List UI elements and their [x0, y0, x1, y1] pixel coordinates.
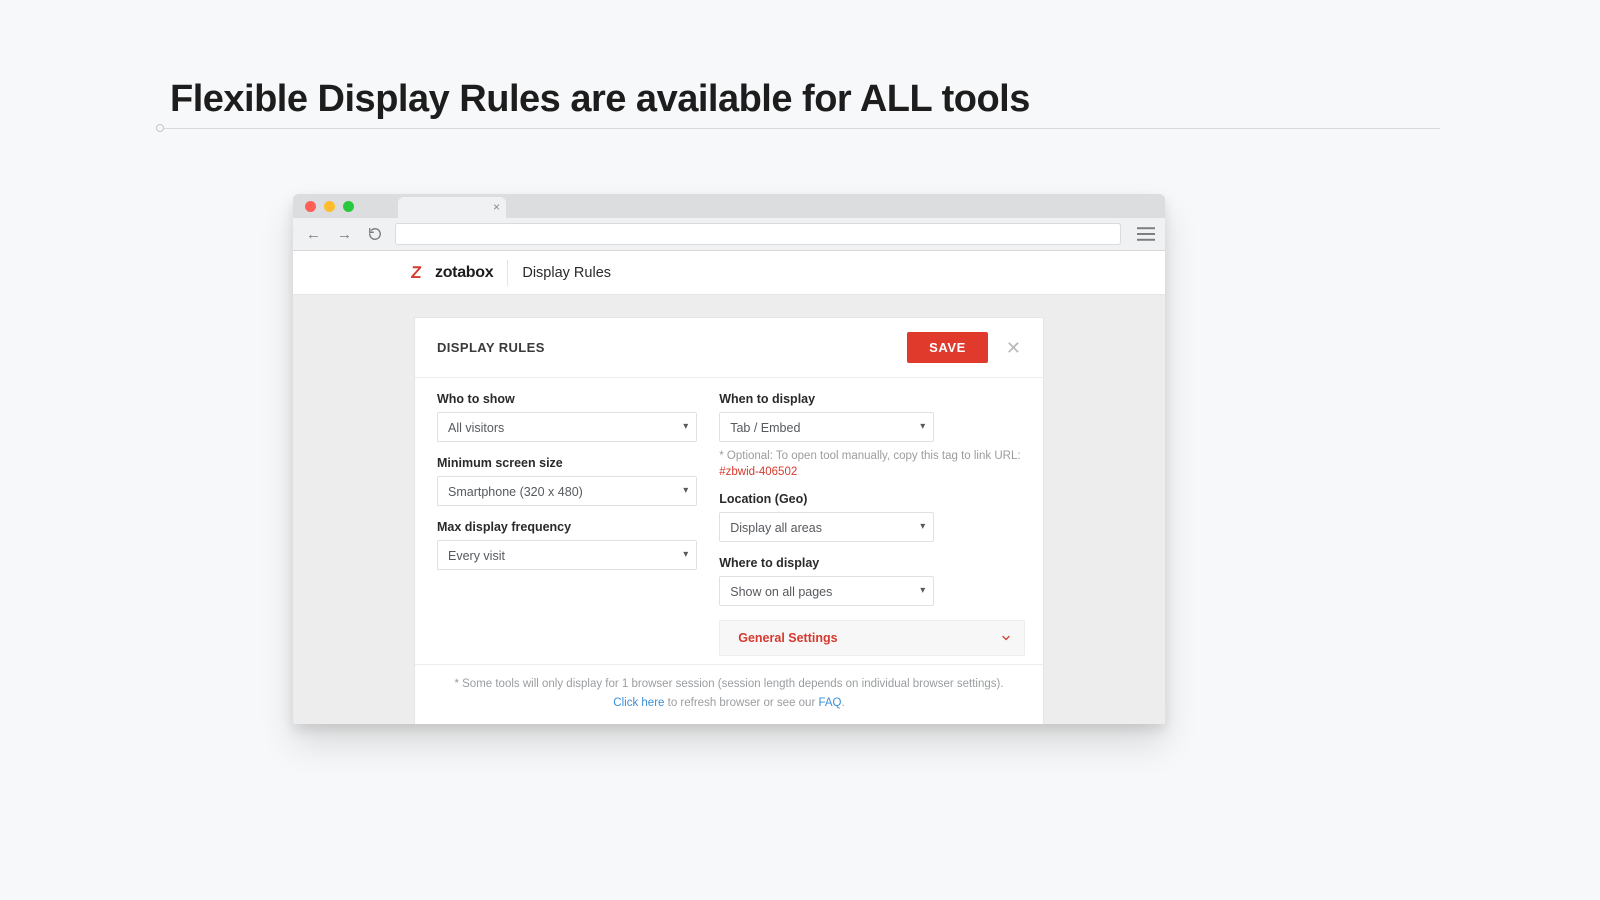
brand-name: zotabox — [435, 264, 493, 282]
caret-down-icon: ▾ — [920, 413, 925, 441]
manual-open-hint-text: * Optional: To open tool manually, copy … — [719, 450, 1020, 462]
max-display-frequency-value: Every visit — [448, 549, 505, 563]
browser-menu-icon[interactable] — [1137, 227, 1155, 241]
min-screen-size-select[interactable]: Smartphone (320 x 480) ▾ — [437, 476, 697, 506]
where-to-display-label: Where to display — [719, 556, 1025, 570]
footer-note-mid: to refresh browser or see our — [664, 697, 818, 709]
nav-back-icon[interactable]: ← — [303, 225, 324, 244]
where-to-display-value: Show on all pages — [730, 585, 832, 599]
window-maximize-icon[interactable] — [343, 201, 354, 212]
manual-open-tag-id: #zbwid-406502 — [719, 466, 797, 478]
footer-note-period: . — [842, 697, 845, 709]
tab-close-icon[interactable]: × — [493, 200, 500, 214]
location-geo-label: Location (Geo) — [719, 492, 1025, 506]
caret-down-icon: ▾ — [683, 477, 688, 505]
brand-mark-icon: Z — [410, 264, 430, 282]
caret-down-icon: ▾ — [683, 413, 688, 441]
close-icon[interactable]: ✕ — [1002, 337, 1025, 359]
headline-divider — [160, 128, 1440, 129]
min-screen-size-value: Smartphone (320 x 480) — [448, 485, 583, 499]
right-column: When to display Tab / Embed ▾ * Optional… — [719, 388, 1025, 660]
panel-header: DISPLAY RULES SAVE ✕ — [415, 318, 1043, 378]
chevron-down-icon — [1000, 632, 1012, 644]
when-to-display-select[interactable]: Tab / Embed ▾ — [719, 412, 934, 442]
page-headline: Flexible Display Rules are available for… — [170, 78, 1030, 121]
who-to-show-select[interactable]: All visitors ▾ — [437, 412, 697, 442]
nav-refresh-icon[interactable] — [365, 225, 385, 243]
header-divider — [507, 260, 508, 286]
window-close-icon[interactable] — [305, 201, 316, 212]
brand-logo[interactable]: Z zotabox — [411, 264, 493, 282]
nav-forward-icon[interactable]: → — [334, 225, 355, 244]
max-display-frequency-select[interactable]: Every visit ▾ — [437, 540, 697, 570]
click-here-link[interactable]: Click here — [613, 697, 664, 709]
app-header: Z zotabox Display Rules — [293, 251, 1165, 295]
who-to-show-value: All visitors — [448, 421, 504, 435]
panel-title: DISPLAY RULES — [437, 340, 907, 355]
browser-toolbar: ← → — [293, 218, 1165, 251]
min-screen-size-label: Minimum screen size — [437, 456, 697, 470]
general-settings-title: General Settings — [738, 631, 1000, 645]
footer-note-line1: * Some tools will only display for 1 bro… — [435, 675, 1023, 693]
page-title: Display Rules — [522, 265, 611, 281]
browser-tabstrip: × — [293, 194, 1165, 218]
url-input[interactable] — [395, 223, 1121, 245]
window-controls — [305, 201, 354, 212]
caret-down-icon: ▾ — [683, 541, 688, 569]
app-body: DISPLAY RULES SAVE ✕ Who to show All vis… — [293, 295, 1165, 724]
left-column: Who to show All visitors ▾ Minimum scree… — [437, 388, 719, 660]
window-minimize-icon[interactable] — [324, 201, 335, 212]
when-to-display-value: Tab / Embed — [730, 421, 800, 435]
save-button[interactable]: SAVE — [907, 332, 988, 363]
faq-link[interactable]: FAQ — [818, 697, 841, 709]
general-settings-accordion[interactable]: General Settings — [719, 620, 1025, 656]
who-to-show-label: Who to show — [437, 392, 697, 406]
manual-open-hint: * Optional: To open tool manually, copy … — [719, 448, 1025, 480]
headline-bullet-icon — [156, 124, 164, 132]
when-to-display-label: When to display — [719, 392, 1025, 406]
browser-tab[interactable]: × — [398, 197, 506, 218]
location-geo-value: Display all areas — [730, 521, 822, 535]
caret-down-icon: ▾ — [920, 577, 925, 605]
browser-window: × ← → Z zotabox Display Rules — [293, 194, 1165, 724]
location-geo-select[interactable]: Display all areas ▾ — [719, 512, 934, 542]
display-rules-panel: DISPLAY RULES SAVE ✕ Who to show All vis… — [414, 317, 1044, 724]
where-to-display-select[interactable]: Show on all pages ▾ — [719, 576, 934, 606]
caret-down-icon: ▾ — [920, 513, 925, 541]
panel-footer: * Some tools will only display for 1 bro… — [415, 664, 1043, 724]
max-display-frequency-label: Max display frequency — [437, 520, 697, 534]
